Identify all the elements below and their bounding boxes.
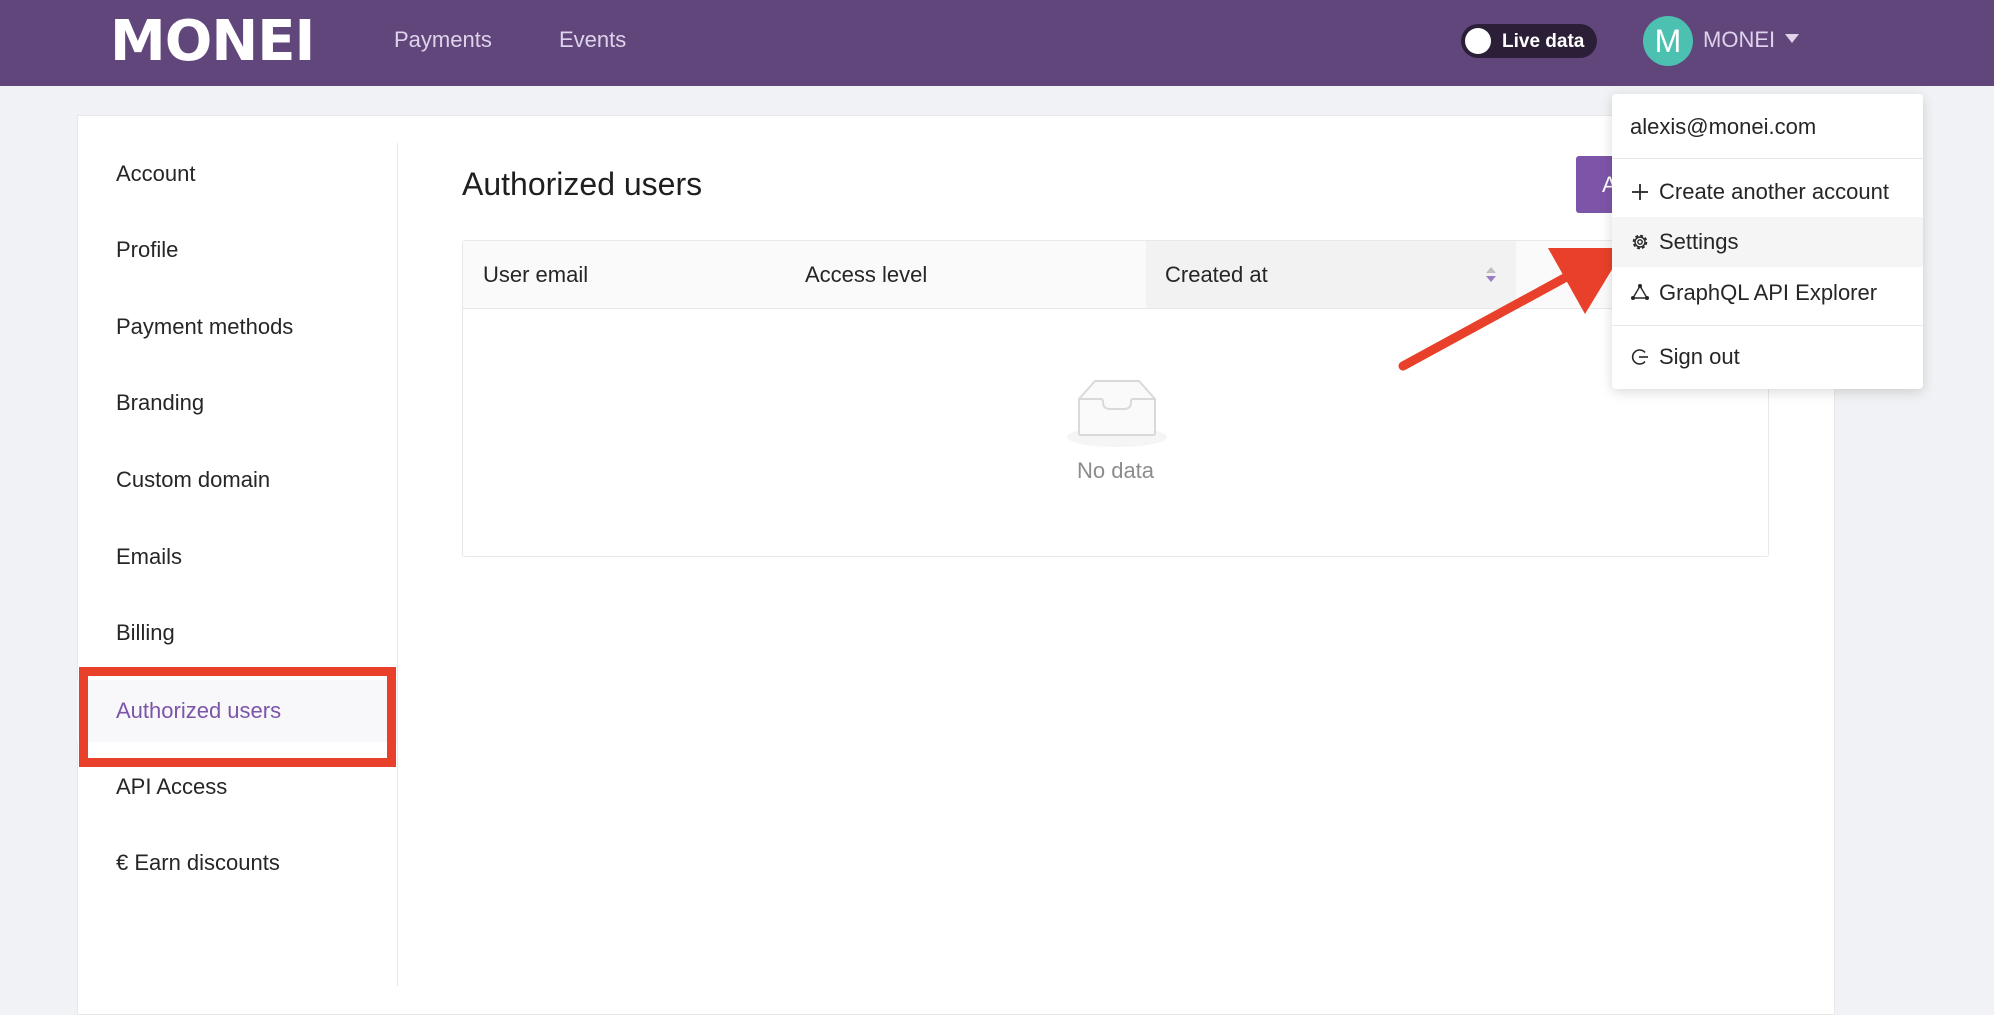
- sidebar-item-earn-discounts[interactable]: € Earn discounts: [77, 832, 397, 894]
- sidebar-item-label: API Access: [116, 774, 228, 799]
- account-menu-trigger[interactable]: MONEI: [1703, 26, 1775, 54]
- logo[interactable]: MONEI: [110, 10, 315, 74]
- live-data-toggle[interactable]: Live data: [1461, 24, 1597, 58]
- avatar[interactable]: M: [1643, 16, 1693, 66]
- page-title: Authorized users: [462, 166, 703, 202]
- sidebar-item-label: € Earn discounts: [116, 850, 280, 875]
- sign-out-icon: [1631, 349, 1648, 365]
- chevron-down-icon[interactable]: [1785, 34, 1799, 43]
- column-header-user-email: User email: [483, 262, 589, 287]
- top-bar: MONEI Payments Events Live data M MONEI: [0, 0, 1994, 86]
- sidebar-item-label: Account: [116, 161, 196, 186]
- sidebar-item-label: Billing: [116, 620, 175, 645]
- sidebar-item-api-access[interactable]: API Access: [77, 756, 397, 818]
- sidebar-item-custom-domain[interactable]: Custom domain: [77, 449, 397, 511]
- graphql-icon: [1631, 284, 1649, 300]
- account-dropdown-menu: alexis@monei.com Create another account …: [1612, 94, 1923, 389]
- nav-payments[interactable]: Payments: [394, 26, 492, 54]
- column-header-access-level: Access level: [805, 262, 928, 287]
- menu-item-create-account[interactable]: Create another account: [1612, 167, 1923, 217]
- menu-item-label: Sign out: [1659, 344, 1740, 369]
- sidebar-item-label: Branding: [116, 390, 205, 415]
- sidebar-item-authorized-users[interactable]: Authorized users: [77, 680, 397, 742]
- menu-item-label: GraphQL API Explorer: [1659, 280, 1878, 305]
- sidebar-item-branding[interactable]: Branding: [77, 372, 397, 434]
- menu-item-settings[interactable]: Settings: [1612, 217, 1923, 267]
- gear-icon: [1632, 234, 1648, 250]
- menu-divider: [1612, 158, 1923, 159]
- plus-icon: [1632, 184, 1648, 200]
- sidebar-item-label: Emails: [116, 544, 183, 569]
- sidebar-item-profile[interactable]: Profile: [77, 219, 397, 281]
- sidebar-item-account[interactable]: Account: [77, 143, 397, 205]
- sidebar-item-label: Profile: [116, 237, 179, 262]
- menu-item-label: Create another account: [1659, 179, 1889, 204]
- menu-item-sign-out[interactable]: Sign out: [1612, 332, 1923, 382]
- sidebar-item-label: Authorized users: [116, 698, 282, 723]
- sidebar-item-label: Custom domain: [116, 467, 271, 492]
- menu-item-graphql-explorer[interactable]: GraphQL API Explorer: [1612, 268, 1923, 318]
- account-email: alexis@monei.com: [1630, 114, 1817, 139]
- nav-events[interactable]: Events: [559, 26, 626, 54]
- sidebar-item-billing[interactable]: Billing: [77, 602, 397, 664]
- sidebar-item-emails[interactable]: Emails: [77, 526, 397, 588]
- empty-state-text: No data: [1076, 458, 1155, 483]
- toggle-knob: [1465, 28, 1491, 54]
- settings-sidebar: Account Profile Payment methods Branding…: [77, 143, 398, 986]
- sidebar-item-payment-methods[interactable]: Payment methods: [77, 296, 397, 358]
- sort-icon[interactable]: [1486, 267, 1496, 283]
- live-data-label: Live data: [1502, 31, 1585, 52]
- column-header-created-at[interactable]: Created at: [1146, 241, 1516, 308]
- empty-inbox-icon: [1067, 380, 1167, 447]
- menu-item-label: Settings: [1659, 229, 1739, 254]
- column-header-label: Created at: [1165, 262, 1268, 287]
- menu-divider: [1612, 325, 1923, 326]
- table-header: User email Access level Created at: [463, 241, 1768, 309]
- users-table: User email Access level Created at No da…: [462, 240, 1769, 557]
- sidebar-item-label: Payment methods: [116, 314, 294, 339]
